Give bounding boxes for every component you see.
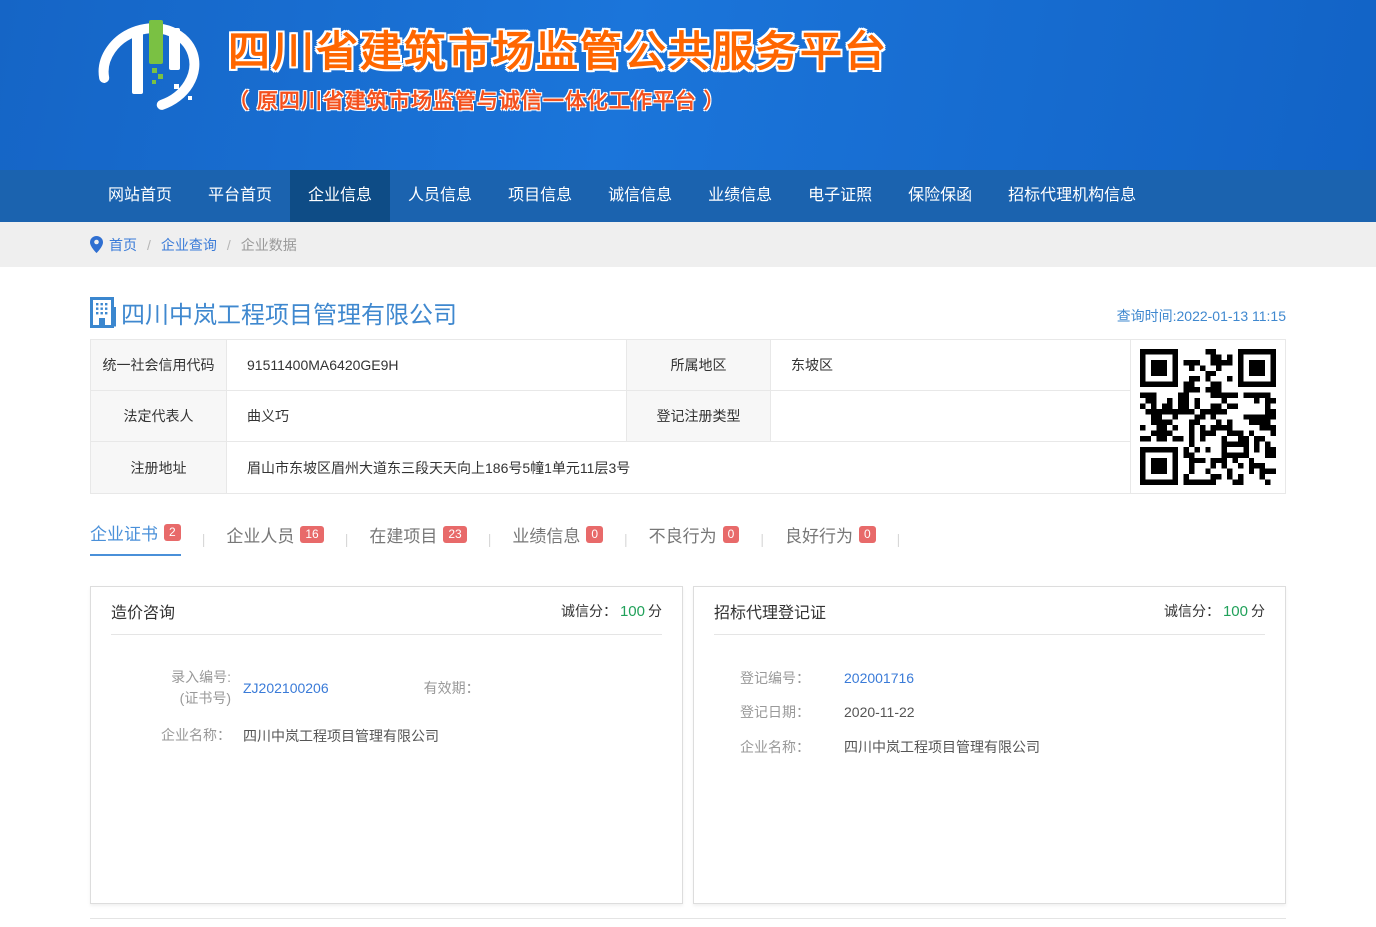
card-title: 造价咨询 [111, 599, 175, 623]
credit-score-value: 100 [620, 603, 645, 620]
info-label-region: 所属地区 [627, 340, 771, 391]
info-value-registration-type [771, 391, 1130, 442]
info-value-legal-rep: 曲义巧 [227, 391, 627, 442]
tab-bad-behavior[interactable]: 不良行为 0 [649, 522, 740, 556]
tab-separator: | [345, 531, 349, 556]
tab-label: 良好行为 [785, 522, 853, 547]
tab-enterprise-certificates[interactable]: 企业证书 2 [90, 520, 181, 556]
credit-score-unit: 分 [1251, 603, 1265, 619]
breadcrumb-current: 企业数据 [241, 235, 297, 255]
tab-count-badge: 2 [164, 524, 181, 541]
tab-count-badge: 16 [300, 526, 323, 543]
certificate-card-cost-consulting: 造价咨询 诚信分：100分 录入编号: (证书号) ZJ202100206 有效… [90, 586, 683, 904]
tab-label: 业绩信息 [512, 522, 580, 547]
tab-count-badge: 0 [586, 526, 603, 543]
company-name-label: 企业名称： [111, 725, 231, 746]
tab-performance-info[interactable]: 业绩信息 0 [512, 522, 603, 556]
tab-separator: | [202, 531, 206, 556]
nav-item-site-home[interactable]: 网站首页 [90, 170, 190, 222]
site-header: 四川省建筑市场监管公共服务平台 （ 原四川省建筑市场监管与诚信一体化工作平台 ） [0, 0, 1376, 170]
tab-good-behavior[interactable]: 良好行为 0 [785, 522, 876, 556]
credit-score-value: 100 [1223, 603, 1248, 620]
tab-label: 在建项目 [369, 522, 437, 547]
company-name-value: 四川中岚工程项目管理有限公司 [844, 736, 1040, 758]
nav-item-performance-info[interactable]: 业绩信息 [690, 170, 790, 222]
card-title: 招标代理登记证 [714, 599, 826, 623]
tab-label: 不良行为 [649, 522, 717, 547]
credit-score-label: 诚信分： [1164, 603, 1220, 619]
tab-separator: | [897, 531, 901, 556]
tab-label: 企业人员 [226, 522, 294, 547]
info-value-region: 东坡区 [771, 340, 1130, 391]
credit-score-label: 诚信分： [561, 603, 617, 619]
entry-number-label: 录入编号: (证书号) [111, 667, 231, 709]
tab-count-badge: 0 [859, 526, 876, 543]
company-name-heading: 四川中岚工程项目管理有限公司 [121, 295, 457, 330]
info-label-legal-rep: 法定代表人 [91, 391, 227, 442]
info-label-registered-address: 注册地址 [91, 442, 227, 493]
tab-projects-under-construction[interactable]: 在建项目 23 [369, 522, 466, 556]
tab-enterprise-personnel[interactable]: 企业人员 16 [226, 522, 323, 556]
tab-separator: | [624, 531, 628, 556]
tab-separator: | [488, 531, 492, 556]
tab-label: 企业证书 [90, 520, 158, 545]
certificate-card-bidding-agency: 招标代理登记证 诚信分：100分 登记编号： 202001716 登记日期： 2… [693, 586, 1286, 904]
registration-date-label: 登记日期： [740, 701, 832, 723]
site-title: 四川省建筑市场监管公共服务平台 [228, 18, 888, 79]
breadcrumb-home[interactable]: 首页 [109, 235, 137, 255]
tab-count-badge: 0 [723, 526, 740, 543]
validity-period-label: 有效期： [424, 678, 480, 698]
footer-divider [90, 918, 1286, 927]
location-pin-icon [90, 236, 103, 253]
nav-item-personnel-info[interactable]: 人员信息 [390, 170, 490, 222]
company-title-row: 四川中岚工程项目管理有限公司 [90, 295, 457, 330]
info-value-credit-code: 91511400MA6420GE9H [227, 340, 627, 391]
breadcrumb-enterprise-search[interactable]: 企业查询 [161, 235, 217, 255]
breadcrumb: 首页 / 企业查询 / 企业数据 [90, 222, 1286, 267]
company-name-label: 企业名称： [740, 736, 832, 758]
info-value-registered-address: 眉山市东坡区眉州大道东三段天天向上186号5幢1单元11层3号 [227, 442, 1130, 493]
nav-item-enterprise-info[interactable]: 企业信息 [290, 170, 390, 222]
main-content: 四川中岚工程项目管理有限公司 查询时间:2022-01-13 11:15 统一社… [90, 295, 1286, 927]
credit-score-line: 诚信分：100分 [561, 601, 662, 621]
detail-tabs: 企业证书 2 | 企业人员 16 | 在建项目 23 | 业绩信息 0 | 不良… [90, 520, 1286, 556]
logo-icon [92, 10, 210, 120]
site-subtitle: （ 原四川省建筑市场监管与诚信一体化工作平台 ） [228, 85, 888, 115]
tab-separator: | [760, 531, 764, 556]
registration-date-value: 2020-11-22 [844, 701, 915, 723]
breadcrumb-bar: 首页 / 企业查询 / 企业数据 [0, 222, 1376, 267]
nav-item-credit-info[interactable]: 诚信信息 [590, 170, 690, 222]
nav-item-insurance[interactable]: 保险保函 [890, 170, 990, 222]
building-icon [90, 297, 117, 328]
breadcrumb-separator: / [147, 237, 151, 253]
main-nav: 网站首页 平台首页 企业信息 人员信息 项目信息 诚信信息 业绩信息 电子证照 … [0, 170, 1376, 222]
query-time: 查询时间:2022-01-13 11:15 [1117, 306, 1286, 330]
nav-item-bidding-agency[interactable]: 招标代理机构信息 [990, 170, 1154, 222]
registration-number-link[interactable]: 202001716 [844, 667, 914, 689]
nav-item-e-certificate[interactable]: 电子证照 [790, 170, 890, 222]
certificate-number-link[interactable]: ZJ202100206 [243, 680, 329, 696]
info-label-registration-type: 登记注册类型 [627, 391, 771, 442]
info-label-credit-code: 统一社会信用代码 [91, 340, 227, 391]
company-info-table: 统一社会信用代码 91511400MA6420GE9H 所属地区 东坡区 法定代… [90, 339, 1286, 494]
site-logo [92, 10, 210, 125]
breadcrumb-separator: / [227, 237, 231, 253]
nav-item-project-info[interactable]: 项目信息 [490, 170, 590, 222]
company-name-value: 四川中岚工程项目管理有限公司 [243, 726, 439, 746]
qr-code-image [1140, 349, 1276, 485]
tab-count-badge: 23 [443, 526, 466, 543]
qr-code-cell [1130, 340, 1285, 493]
credit-score-unit: 分 [648, 603, 662, 619]
nav-item-platform-home[interactable]: 平台首页 [190, 170, 290, 222]
credit-score-line: 诚信分：100分 [1164, 601, 1265, 621]
registration-number-label: 登记编号： [740, 667, 832, 689]
